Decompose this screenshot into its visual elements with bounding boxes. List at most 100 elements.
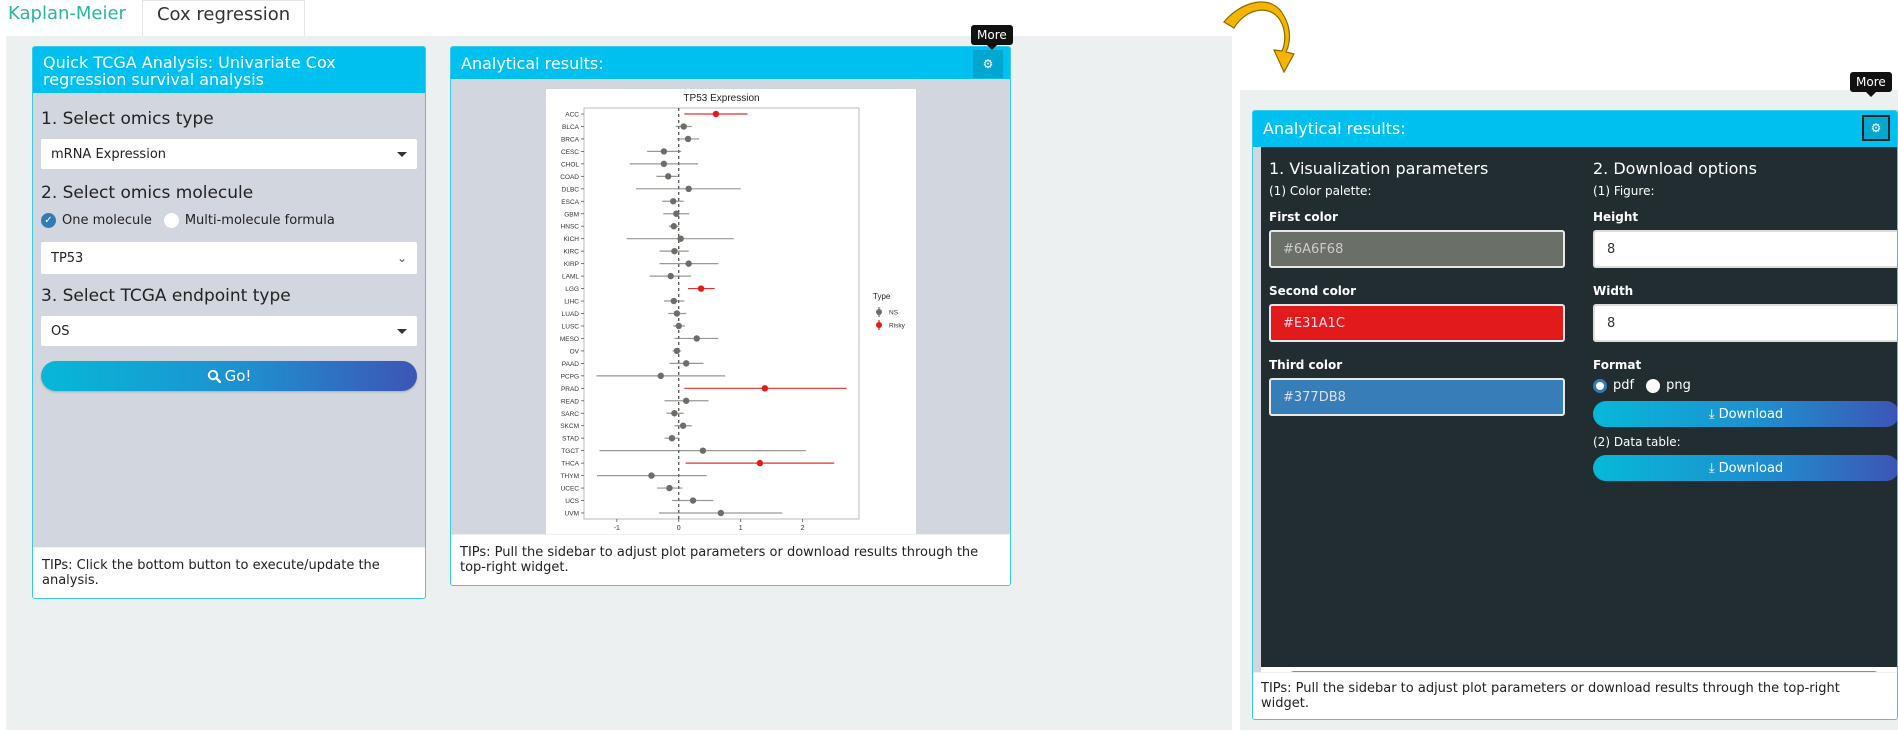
second-color-label: Second color xyxy=(1269,284,1357,298)
viz-title: 1. Visualization parameters xyxy=(1269,159,1489,178)
y-tick-label: BLCA xyxy=(562,124,580,131)
download-table-button[interactable]: ⤓ Download xyxy=(1593,455,1897,481)
estimate-point xyxy=(717,509,725,517)
search-icon xyxy=(207,369,221,383)
download-figure-button[interactable]: ⤓ Download xyxy=(1593,401,1897,427)
go-button[interactable]: Go! xyxy=(41,361,417,391)
panel-title: Analytical results: xyxy=(1253,111,1897,147)
y-tick-label: UCS xyxy=(565,498,579,505)
radio-multi-molecule-label: Multi-molecule formula xyxy=(184,213,335,228)
legend-title: Type xyxy=(873,292,891,301)
second-color-input[interactable]: #E31A1C xyxy=(1269,304,1565,342)
y-tick-label: PAAD xyxy=(562,361,580,368)
tab-bar: Kaplan-Meier Cox regression xyxy=(0,0,306,36)
estimate-point xyxy=(673,347,681,355)
y-tick-label: GBM xyxy=(564,211,579,218)
tips-text: TIPs: Pull the sidebar to adjust plot pa… xyxy=(451,534,1010,585)
height-label: Height xyxy=(1593,210,1639,224)
third-color-input[interactable]: #377DB8 xyxy=(1269,378,1565,416)
estimate-point xyxy=(682,397,690,404)
tab-kaplan-meier[interactable]: Kaplan-Meier xyxy=(0,0,134,36)
estimate-point xyxy=(666,484,673,492)
estimate-point xyxy=(756,459,764,467)
estimate-point xyxy=(761,385,769,392)
step1-title: 1. Select omics type xyxy=(41,109,214,129)
y-tick-label: STAD xyxy=(562,436,579,443)
omics-type-select[interactable]: mRNA Expression xyxy=(41,139,417,169)
step2-title: 2. Select omics molecule xyxy=(41,183,254,203)
gears-icon: ⚙ xyxy=(982,57,994,71)
estimate-point xyxy=(675,322,682,330)
tips-text: TIPs: Click the bottom button to execute… xyxy=(33,547,425,598)
x-tick-label: 0 xyxy=(677,525,681,532)
y-tick-label: OV xyxy=(570,348,580,355)
y-tick-label: LGG xyxy=(565,286,579,293)
y-tick-label: LUAD xyxy=(562,311,580,318)
endpoint-select[interactable]: OS xyxy=(41,316,417,346)
legend-key-point xyxy=(876,322,882,328)
radio-multi-molecule[interactable] xyxy=(163,213,179,228)
first-color-label: First color xyxy=(1269,210,1338,224)
y-tick-label: SARC xyxy=(561,411,579,418)
radio-one-molecule[interactable]: ✓ xyxy=(41,213,56,228)
chevron-down-icon: ⌄ xyxy=(396,251,407,265)
estimate-point xyxy=(685,260,692,267)
analysis-input-panel: Quick TCGA Analysis: Univariate Cox regr… xyxy=(32,46,426,599)
third-color-value: #377DB8 xyxy=(1283,389,1346,405)
tips-text: TIPs: Pull the sidebar to adjust plot pa… xyxy=(1253,672,1897,719)
caret-down-icon xyxy=(397,151,407,157)
estimate-point xyxy=(684,135,692,143)
y-tick-label: LUSC xyxy=(562,323,580,330)
radio-pdf[interactable] xyxy=(1593,378,1607,393)
plot-border xyxy=(583,107,860,520)
estimate-point xyxy=(680,123,687,130)
main-content: Quick TCGA Analysis: Univariate Cox regr… xyxy=(6,25,1232,730)
download-figure-label: Download xyxy=(1718,406,1784,422)
endpoint-value: OS xyxy=(51,323,70,339)
y-tick-label: BRCA xyxy=(561,136,580,143)
estimate-point xyxy=(673,310,681,317)
first-color-input[interactable]: #6A6F68 xyxy=(1269,230,1565,268)
legend-entry-label: NS xyxy=(889,310,899,317)
more-settings-button[interactable]: ⚙ xyxy=(973,50,1003,78)
estimate-point xyxy=(668,434,676,442)
sidebar-edge xyxy=(1253,147,1261,684)
forest-plot-card: TP53 Expression ACC BLCA BRCA CESC CHOL COAD DL… xyxy=(546,89,916,545)
palette-label: (1) Color palette: xyxy=(1269,184,1372,198)
more-tooltip: More xyxy=(971,25,1013,50)
estimate-point xyxy=(671,410,678,417)
omics-type-value: mRNA Expression xyxy=(51,146,167,162)
forest-plot: TP53 Expression ACC BLCA BRCA CESC CHOL COAD DL… xyxy=(560,93,906,543)
chart-title: TP53 Expression xyxy=(683,93,759,104)
tab-cox-regression[interactable]: Cox regression xyxy=(141,0,306,36)
y-tick-label: PCPG xyxy=(561,373,579,380)
go-label: Go! xyxy=(224,367,252,385)
width-input[interactable]: 8 xyxy=(1593,304,1897,342)
radio-png-label: png xyxy=(1666,378,1691,393)
visualization-params: 1. Visualization parameters (1) Color pa… xyxy=(1269,147,1565,416)
estimate-point xyxy=(660,160,668,168)
estimate-point xyxy=(667,272,674,280)
estimate-point xyxy=(685,185,692,193)
height-value: 8 xyxy=(1607,241,1616,257)
estimate-point xyxy=(677,235,684,242)
radio-png[interactable] xyxy=(1646,378,1661,393)
y-tick-label: CHOL xyxy=(561,161,579,168)
molecule-select[interactable]: TP53 ⌄ xyxy=(41,242,417,274)
more-settings-button[interactable]: ⚙ xyxy=(1862,115,1890,141)
download-options: 2. Download options (1) Figure: Height 8… xyxy=(1593,147,1897,481)
radio-one-molecule-label: One molecule xyxy=(62,213,152,228)
download-icon: ⤓ xyxy=(1708,460,1715,476)
y-tick-label: UCEC xyxy=(561,486,580,493)
y-tick-label: HNSC xyxy=(561,224,580,231)
legend-key-point xyxy=(876,309,882,315)
download-title: 2. Download options xyxy=(1593,159,1757,178)
estimate-point xyxy=(689,497,697,504)
y-tick-label: ACC xyxy=(565,112,579,119)
format-radio-group: pdf png xyxy=(1593,378,1897,393)
estimate-point xyxy=(682,360,690,367)
height-input[interactable]: 8 xyxy=(1593,230,1897,268)
curved-arrow-icon xyxy=(1223,1,1295,74)
radio-pdf-label: pdf xyxy=(1613,378,1635,393)
y-tick-label: READ xyxy=(561,398,579,405)
